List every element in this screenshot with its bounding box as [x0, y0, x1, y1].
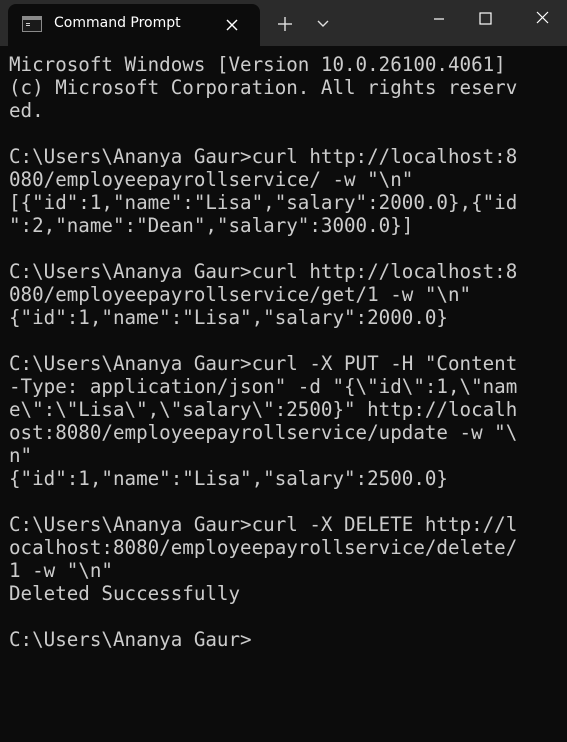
terminal-line: (c) Microsoft Corporation. All rights re…	[9, 76, 518, 99]
terminal-output[interactable]: Microsoft Windows [Version 10.0.26100.40…	[9, 53, 561, 651]
maximize-icon[interactable]	[461, 0, 509, 38]
terminal-line: 080/employeepayrollservice/get/1 -w "\n"	[9, 283, 472, 306]
terminal-line: C:\Users\Ananya Gaur>curl http://localho…	[9, 145, 518, 168]
terminal-line: ost:8080/employeepayrollservice/update -…	[9, 421, 518, 444]
minimize-icon-svg	[434, 18, 444, 20]
close-icon[interactable]	[222, 15, 242, 35]
terminal-line: n"	[9, 444, 33, 467]
terminal-line: C:\Users\Ananya Gaur>	[9, 628, 252, 651]
terminal-line: C:\Users\Ananya Gaur>curl -X PUT -H "Con…	[9, 352, 518, 375]
maximize-icon-svg	[479, 12, 492, 25]
close-icon[interactable]	[517, 0, 565, 38]
tab-command-prompt[interactable]: Command Prompt	[8, 4, 260, 46]
close-window-icon-svg	[536, 11, 549, 24]
terminal-line: Deleted Successfully	[9, 582, 241, 605]
dropdown-icon-svg	[317, 20, 329, 27]
terminal-line: {"id":1,"name":"Lisa","salary":2500.0}	[9, 467, 448, 490]
terminal-line: [{"id":1,"name":"Lisa","salary":2000.0},…	[9, 191, 518, 214]
minimize-icon[interactable]	[415, 0, 463, 38]
terminal-line: 080/employeepayrollservice/ -w "\n"	[9, 168, 414, 191]
terminal-line: Microsoft Windows [Version 10.0.26100.40…	[9, 53, 506, 76]
terminal-line: C:\Users\Ananya Gaur>curl http://localho…	[9, 260, 518, 283]
terminal-line: C:\Users\Ananya Gaur>curl -X DELETE http…	[9, 513, 518, 536]
terminal-line: -Type: application/json" -d "{\"id\":1,\…	[9, 375, 518, 398]
chevron-down-icon[interactable]	[310, 12, 336, 36]
plus-icon[interactable]	[272, 12, 298, 36]
command-prompt-icon	[22, 16, 42, 32]
command-prompt-window: Command Prompt Microsoft Windows [Versio…	[0, 0, 567, 742]
terminal-line: {"id":1,"name":"Lisa","salary":2000.0}	[9, 306, 448, 329]
terminal-line: ocalhost:8080/employeepayrollservice/del…	[9, 536, 518, 559]
title-bar[interactable]: Command Prompt	[0, 0, 567, 46]
tab-title: Command Prompt	[54, 15, 181, 31]
terminal-line: e\":\"Lisa\",\"salary\":2500}" http://lo…	[9, 398, 518, 421]
terminal-line: ":2,"name":"Dean","salary":3000.0}]	[9, 214, 414, 237]
new-tab-icon-svg	[278, 17, 292, 31]
close-tab-icon-svg	[226, 19, 238, 31]
terminal-line: 1 -w "\n"	[9, 559, 113, 582]
terminal-line: ed.	[9, 99, 44, 122]
